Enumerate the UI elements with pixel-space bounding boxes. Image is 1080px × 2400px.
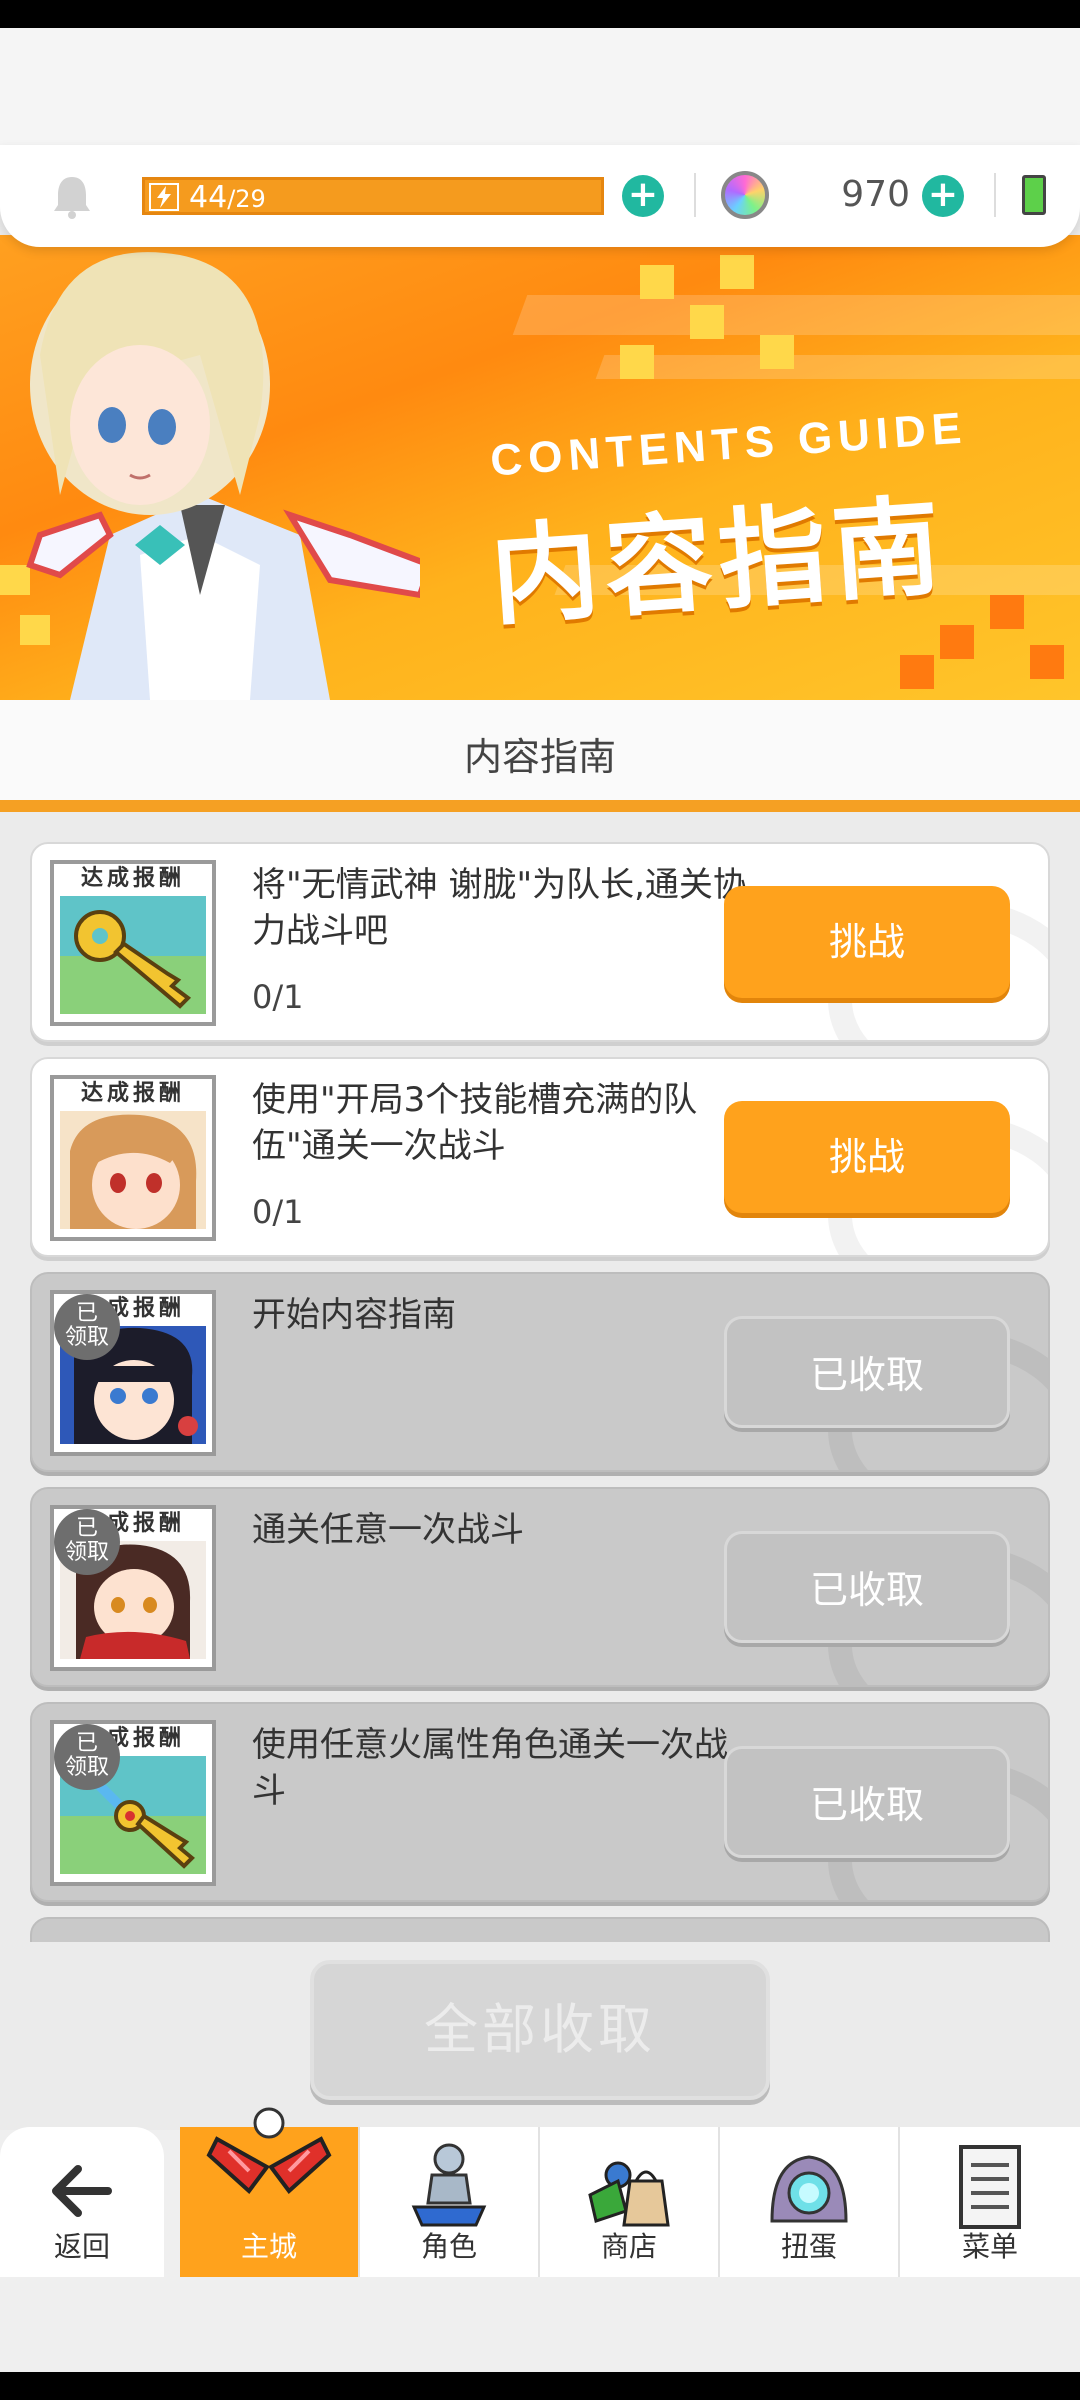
resource-bar: 44/29 + 970 + bbox=[0, 145, 1080, 247]
section-title: 内容指南 bbox=[463, 735, 616, 779]
nav-item-shop[interactable]: 商店 bbox=[540, 2127, 720, 2277]
character-illustration bbox=[26, 252, 420, 700]
quest-card-partial bbox=[30, 1917, 1050, 1942]
section-underline bbox=[0, 800, 1080, 812]
divider bbox=[994, 173, 996, 217]
challenge-button[interactable]: 挑战 bbox=[724, 1101, 1010, 1213]
gem-count: 970 bbox=[841, 174, 910, 215]
status-area bbox=[0, 28, 1080, 150]
stamina-max: /29 bbox=[227, 185, 266, 213]
stamina-current: 44 bbox=[189, 180, 228, 215]
castle-icon bbox=[206, 2107, 332, 2194]
reward-thumbnail: 达成报酬 bbox=[50, 1075, 216, 1241]
nav-item-menu[interactable]: 菜单 bbox=[900, 2127, 1080, 2277]
quest-description: 使用任意火属性角色通关一次战斗 bbox=[252, 1725, 728, 1811]
add-stamina-button[interactable]: + bbox=[622, 175, 664, 217]
quest-list[interactable]: 达成报酬 将"无情武神 谢胧"为队长,通关协力战斗吧 0/1 挑战 达成报酬 使… bbox=[0, 812, 1080, 1942]
nav-label: 扭蛋 bbox=[780, 2230, 837, 2263]
gem-icon bbox=[721, 171, 769, 219]
received-button[interactable]: 已收取 bbox=[724, 1531, 1010, 1643]
bottom-nav: 主城 角色 商店 扭蛋 菜单 bbox=[0, 2107, 1080, 2277]
quest-description: 将"无情武神 谢胧"为队长,通关协力战斗吧 bbox=[252, 865, 747, 951]
quest-description: 开始内容指南 bbox=[252, 1295, 456, 1335]
nav-label: 角色 bbox=[420, 2230, 477, 2263]
claimed-badge: 已领取 bbox=[54, 1294, 120, 1360]
reward-caption: 达成报酬 bbox=[54, 1079, 212, 1109]
system-top-bar bbox=[0, 0, 1080, 28]
quest-card: 达成报酬 已领取 使用任意火属性角色通关一次战斗 已收取 bbox=[30, 1702, 1050, 1902]
received-button[interactable]: 已收取 bbox=[724, 1316, 1010, 1428]
section-header: 内容指南 bbox=[0, 700, 1080, 802]
banner-title: 内容指南 bbox=[486, 484, 951, 641]
collect-all-button[interactable]: 全部收取 bbox=[310, 1960, 770, 2100]
received-button[interactable]: 已收取 bbox=[724, 1746, 1010, 1858]
menu-icon bbox=[959, 2145, 1021, 2229]
bell-icon[interactable] bbox=[50, 173, 94, 219]
stamina-bar: 44/29 bbox=[142, 177, 604, 215]
nav-label: 菜单 bbox=[961, 2230, 1018, 2263]
golden-key-icon bbox=[60, 896, 206, 1014]
nav-label: 商店 bbox=[600, 2230, 657, 2263]
challenge-button[interactable]: 挑战 bbox=[724, 886, 1010, 998]
character-icon bbox=[411, 2143, 487, 2227]
nav-label: 主城 bbox=[240, 2230, 297, 2263]
character-portrait-icon bbox=[60, 1111, 206, 1229]
bolt-icon bbox=[149, 183, 179, 211]
reward-thumbnail: 达成报酬 已领取 bbox=[50, 1505, 216, 1671]
add-gems-button[interactable]: + bbox=[922, 175, 964, 217]
nav-item-character[interactable]: 角色 bbox=[360, 2127, 540, 2277]
quest-card: 达成报酬 使用"开局3个技能槽充满的队伍"通关一次战斗 0/1 挑战 bbox=[30, 1057, 1050, 1257]
divider bbox=[694, 173, 696, 217]
battery-icon bbox=[1022, 175, 1046, 215]
quest-card: 达成报酬 将"无情武神 谢胧"为队长,通关协力战斗吧 0/1 挑战 bbox=[30, 842, 1050, 1042]
gacha-icon bbox=[770, 2155, 848, 2223]
nav-item-castle[interactable]: 主城 bbox=[180, 2107, 360, 2277]
reward-thumbnail: 达成报酬 bbox=[50, 860, 216, 1026]
nav-item-gacha[interactable]: 扭蛋 bbox=[720, 2127, 900, 2277]
quest-description: 通关任意一次战斗 bbox=[252, 1510, 524, 1550]
claimed-badge: 已领取 bbox=[54, 1509, 120, 1575]
quest-description: 使用"开局3个技能槽充满的队伍"通关一次战斗 bbox=[252, 1080, 698, 1166]
system-bottom-bar bbox=[0, 2372, 1080, 2400]
quest-progress: 0/1 bbox=[252, 1193, 304, 1231]
quest-progress: 0/1 bbox=[252, 978, 304, 1016]
reward-thumbnail: 达成报酬 已领取 bbox=[50, 1290, 216, 1456]
quest-card: 达成报酬 已领取 通关任意一次战斗 已收取 bbox=[30, 1487, 1050, 1687]
claimed-badge: 已领取 bbox=[54, 1724, 120, 1790]
contents-guide-banner: CONTENTS GUIDE 内容指南 bbox=[0, 235, 1080, 700]
quest-card: 达成报酬 已领取 开始内容指南 已收取 bbox=[30, 1272, 1050, 1472]
reward-thumbnail: 达成报酬 已领取 bbox=[50, 1720, 216, 1886]
reward-caption: 达成报酬 bbox=[54, 864, 212, 894]
shop-icon bbox=[588, 2161, 670, 2227]
